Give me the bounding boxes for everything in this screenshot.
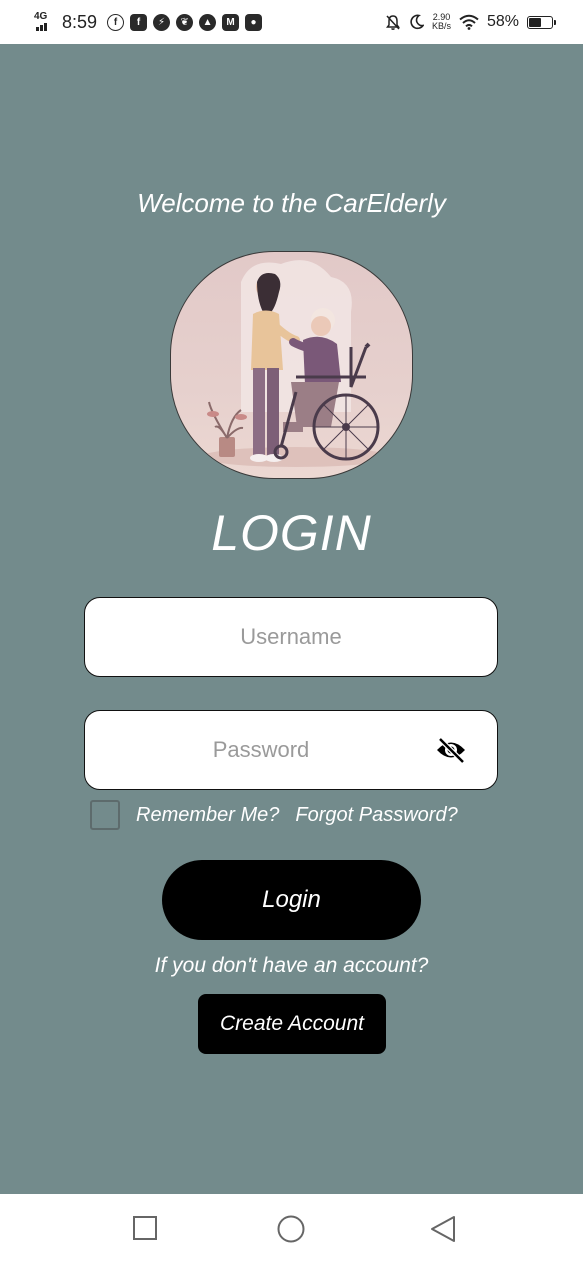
options-row: Remember Me? Forgot Password? [90,798,458,832]
status-right: 2.90 KB/s 58% [385,10,556,34]
leaf-app-icon: ❦ [176,13,194,31]
status-bar: 4G 8:59 f f ⚡ ❦ ▲ M ● 2.90 KB/s 58% [0,0,583,44]
arrow-app-icon: ▲ [199,13,217,31]
facebook-icon: f [107,13,125,31]
forgot-password-link[interactable]: Forgot Password? [295,804,457,827]
battery-percent: 58% [486,13,519,30]
recent-apps-square-icon[interactable] [131,1214,161,1244]
create-account-button[interactable]: Create Account [198,994,386,1054]
battery-icon [527,15,556,29]
home-circle-icon[interactable] [277,1214,307,1244]
username-input[interactable] [85,598,497,676]
eye-slash-icon[interactable] [435,736,467,764]
password-field[interactable] [84,710,498,790]
caregiver-illustration [201,260,391,467]
remember-me-checkbox[interactable] [90,800,120,830]
welcome-title: Welcome to the CarElderly [137,188,446,218]
facebook-square-icon: f [130,13,148,31]
login-button[interactable]: Login [162,860,421,940]
login-heading: LOGIN [211,505,372,561]
login-screen: Welcome to the CarElderly LOGIN Username… [0,44,583,1194]
remember-me-label[interactable]: Remember Me? [136,804,279,827]
speed-unit: KB/s [431,21,451,31]
network-type: 4G [34,11,48,22]
clock: 8:59 [62,11,98,32]
hero-illustration [170,251,413,479]
no-account-text: If you don't have an account? [154,954,429,977]
network-speed: 2.90 KB/s [432,13,451,31]
back-triangle-icon[interactable] [428,1214,458,1244]
username-field[interactable] [84,597,498,677]
moon-icon [410,14,424,30]
microphone-app-icon: ● [245,13,263,31]
mute-bell-icon [385,14,400,30]
status-left: 4G 8:59 f f ⚡ ❦ ▲ M ● [34,10,263,34]
wifi-icon [459,14,479,30]
navigation-bar [0,1194,583,1262]
gmail-icon: M [222,13,240,31]
network-signal-icon: 4G [34,11,56,32]
messenger-icon: ⚡ [153,13,171,31]
battery-fill [529,17,541,27]
